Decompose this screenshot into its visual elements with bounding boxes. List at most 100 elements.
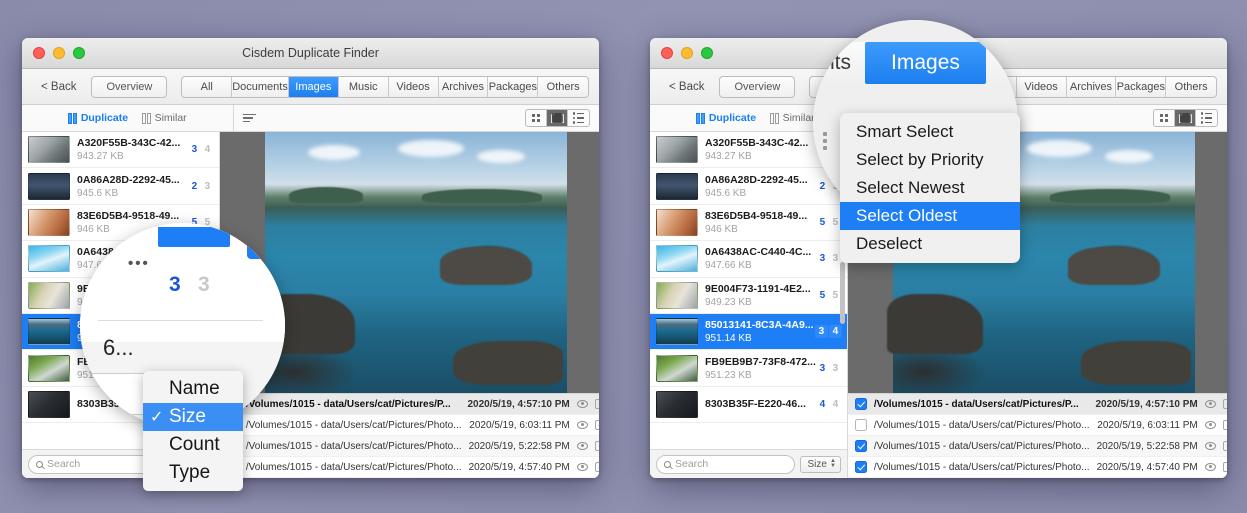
sort-menu-item-type[interactable]: Type xyxy=(143,459,243,487)
reveal-in-finder-icon[interactable] xyxy=(1223,399,1227,409)
preview-eye-icon[interactable] xyxy=(1205,400,1216,408)
tab-others[interactable]: Others xyxy=(1166,77,1216,97)
menu-item-select-newest[interactable]: Select Newest xyxy=(840,174,1020,202)
file-size: 949.23 KB xyxy=(705,296,816,309)
sort-field-stepper[interactable]: Size ▲▼ xyxy=(800,456,840,473)
close-icon[interactable] xyxy=(33,47,45,59)
preview-eye-icon[interactable] xyxy=(577,442,588,450)
tab-packages[interactable]: Packages xyxy=(1116,77,1166,97)
reveal-in-finder-icon[interactable] xyxy=(1223,441,1227,451)
select-dropdown-menu[interactable]: Smart Select Select by Priority Select N… xyxy=(840,113,1020,263)
similar-mode-button[interactable]: Similar xyxy=(770,112,815,124)
list-item[interactable]: 0A86A28D-2292-45... 945.6 KB 2 3 xyxy=(22,168,219,204)
view-mode-toggle: [⬛] xyxy=(525,109,590,127)
lens-tab-images[interactable]: Images xyxy=(865,42,986,84)
badge-secondary: 4 xyxy=(829,398,842,411)
sort-menu-item-size[interactable]: ✓ Size xyxy=(143,403,243,431)
duplicate-mode-button[interactable]: Duplicate xyxy=(696,112,756,124)
badge-primary: 2 xyxy=(188,180,201,193)
overview-button[interactable]: Overview xyxy=(719,76,795,98)
list-view-icon[interactable] xyxy=(1196,110,1217,126)
menu-item-smart-select[interactable]: Smart Select xyxy=(840,118,1020,146)
preview-eye-icon[interactable] xyxy=(577,463,588,471)
close-icon[interactable] xyxy=(661,47,673,59)
tab-documents[interactable]: Documents xyxy=(232,77,289,97)
sort-lines-icon[interactable] xyxy=(243,114,256,123)
list-item[interactable]: 8303B35F-E220-46... 4 4 xyxy=(650,387,847,423)
tab-archives[interactable]: Archives xyxy=(1067,77,1117,97)
sort-menu-item-name[interactable]: Name xyxy=(143,375,243,403)
row-checkbox[interactable] xyxy=(855,419,867,431)
preview-eye-icon[interactable] xyxy=(1205,421,1216,429)
thumbnail xyxy=(28,391,70,418)
menu-item-select-by-priority[interactable]: Select by Priority xyxy=(840,146,1020,174)
list-item[interactable]: A320F55B-343C-42... 943.27 KB 3 4 xyxy=(22,132,219,168)
reveal-in-finder-icon[interactable] xyxy=(595,441,599,451)
preview-view-icon[interactable]: [⬛] xyxy=(1175,110,1196,126)
sort-menu-label: Size xyxy=(169,406,206,427)
list-item[interactable]: 0A6438AC-C440-4C... 947.66 KB 3 3 xyxy=(650,241,847,277)
reveal-in-finder-icon[interactable] xyxy=(595,420,599,430)
file-size: 946 KB xyxy=(705,223,816,236)
lens-checkbox-icon xyxy=(247,233,273,259)
tab-music[interactable]: Music xyxy=(339,77,389,97)
subtoolbar-right-left: [⬛] xyxy=(234,105,599,131)
tab-all[interactable]: All xyxy=(182,77,232,97)
file-name: 85013141-8C3A-4A9... xyxy=(705,318,815,332)
list-item[interactable]: FB9EB9B7-73F8-472... 951.23 KB 3 3 xyxy=(650,350,847,386)
list-item[interactable]: 9E004F73-1191-4E2... 949.23 KB 5 5 xyxy=(650,278,847,314)
duplicate-mode-button[interactable]: Duplicate xyxy=(68,112,128,124)
file-date: 2020/5/19, 4:57:10 PM xyxy=(467,399,569,410)
reveal-in-finder-icon[interactable] xyxy=(595,399,599,409)
sort-dropdown-menu[interactable]: Name ✓ Size Count Type xyxy=(143,371,243,491)
count-badges: 4 4 xyxy=(816,398,842,411)
reveal-in-finder-icon[interactable] xyxy=(595,462,599,472)
list-item-selected[interactable]: 85013141-8C3A-4A9... 951.14 KB 3 4 xyxy=(650,314,847,350)
back-button[interactable]: < Back xyxy=(32,81,85,93)
table-row[interactable]: /Volumes/1015 - data/Users/cat/Pictures/… xyxy=(848,415,1227,436)
tab-archives[interactable]: Archives xyxy=(439,77,489,97)
table-row[interactable]: /Volumes/1015 - data/Users/cat/Pictures/… xyxy=(848,436,1227,457)
table-row[interactable]: /Volumes/1015 - data/Users/cat/Pictures/… xyxy=(220,436,599,457)
thumbnail xyxy=(656,391,698,418)
traffic-lights-left xyxy=(22,47,85,59)
tab-videos[interactable]: Videos xyxy=(1017,77,1067,97)
preview-eye-icon[interactable] xyxy=(1205,442,1216,450)
tab-images[interactable]: Images xyxy=(289,77,339,97)
table-row[interactable]: /Volumes/1015 - data/Users/cat/Pictures/… xyxy=(220,457,599,478)
menu-item-deselect[interactable]: Deselect xyxy=(840,230,1020,258)
maximize-icon[interactable] xyxy=(701,47,713,59)
reveal-in-finder-icon[interactable] xyxy=(1223,462,1227,472)
menu-item-select-oldest[interactable]: Select Oldest xyxy=(840,202,1020,230)
minimize-icon[interactable] xyxy=(53,47,65,59)
maximize-icon[interactable] xyxy=(73,47,85,59)
scrollbar[interactable] xyxy=(840,262,845,324)
grid-view-icon[interactable] xyxy=(1154,110,1175,126)
grid-view-icon[interactable] xyxy=(526,110,547,126)
similar-icon xyxy=(770,113,779,124)
preview-eye-icon[interactable] xyxy=(1205,463,1216,471)
file-path: /Volumes/1015 - data/Users/cat/Pictures/… xyxy=(874,462,1090,473)
file-path: /Volumes/1015 - data/Users/cat/Pictures/… xyxy=(246,462,462,473)
tab-packages[interactable]: Packages xyxy=(488,77,538,97)
reveal-in-finder-icon[interactable] xyxy=(1223,420,1227,430)
table-row[interactable]: /Volumes/1015 - data/Users/cat/Pictures/… xyxy=(848,394,1227,415)
preview-eye-icon[interactable] xyxy=(577,400,588,408)
file-path: /Volumes/1015 - data/Users/cat/Pictures/… xyxy=(874,420,1090,431)
row-checkbox[interactable] xyxy=(855,461,867,473)
tab-videos[interactable]: Videos xyxy=(389,77,439,97)
overview-button[interactable]: Overview xyxy=(91,76,167,98)
back-button[interactable]: < Back xyxy=(660,81,713,93)
row-checkbox[interactable] xyxy=(855,398,867,410)
list-view-icon[interactable] xyxy=(568,110,589,126)
preview-eye-icon[interactable] xyxy=(577,421,588,429)
sort-menu-item-count[interactable]: Count xyxy=(143,431,243,459)
preview-view-icon[interactable]: [⬛] xyxy=(547,110,568,126)
search-input[interactable]: Search xyxy=(656,455,795,474)
minimize-icon[interactable] xyxy=(681,47,693,59)
similar-mode-button[interactable]: Similar xyxy=(142,112,187,124)
tab-others[interactable]: Others xyxy=(538,77,588,97)
row-checkbox[interactable] xyxy=(855,440,867,452)
table-row[interactable]: /Volumes/1015 - data/Users/cat/Pictures/… xyxy=(848,457,1227,478)
file-size: 945.6 KB xyxy=(705,187,816,200)
